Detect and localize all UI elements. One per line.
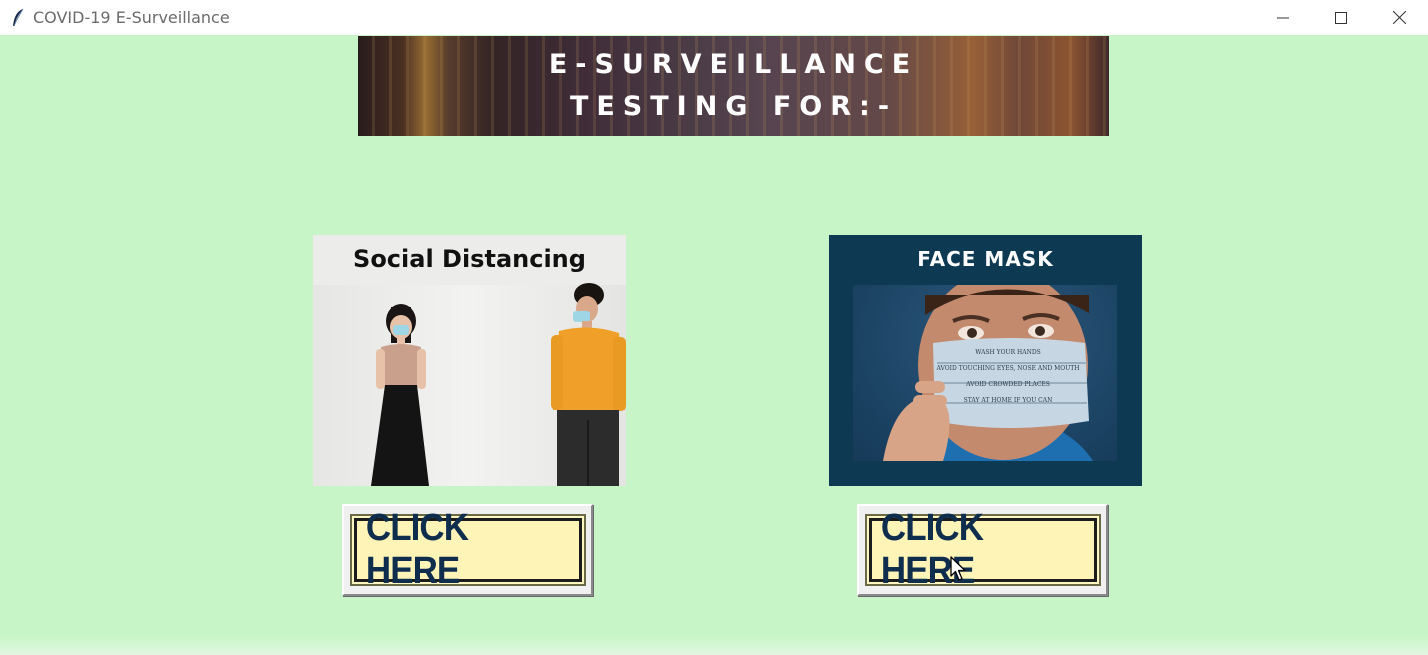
banner-line-2: TESTING FOR:- [569, 91, 898, 122]
minimize-icon [1277, 17, 1289, 18]
mask-text-line: STAY AT HOME IF YOU CAN [963, 397, 1053, 404]
mask-text-line: WASH YOUR HANDS [975, 349, 1041, 356]
click-here-label: CLICK HERE [365, 507, 468, 592]
social-distancing-image: Social Distancing [313, 235, 626, 486]
minimize-button[interactable] [1254, 0, 1312, 35]
title-bar: COVID-19 E-Surveillance [0, 0, 1428, 35]
bottom-edge [0, 636, 1428, 655]
social-distancing-click-button[interactable]: CLICK HERE [342, 504, 593, 596]
maximize-icon [1335, 11, 1347, 24]
close-button[interactable] [1370, 0, 1428, 35]
face-mask-click-button[interactable]: CLICK HERE [857, 504, 1108, 596]
close-icon [1392, 11, 1406, 24]
feather-icon [11, 8, 25, 28]
face-mask-title: FACE MASK [917, 247, 1054, 271]
mask-text-line: AVOID TOUCHING EYES, NOSE AND MOUTH [936, 365, 1080, 372]
mouse-cursor-icon [950, 556, 966, 581]
mask-text-line: AVOID CROWDED PLACES [966, 381, 1050, 388]
header-banner: E-SURVEILLANCE TESTING FOR:- [358, 36, 1109, 136]
maximize-button[interactable] [1312, 0, 1370, 35]
social-distancing-illustration [313, 283, 626, 486]
window-controls [1254, 0, 1428, 35]
click-here-label: CLICK HERE [880, 507, 983, 592]
face-mask-image: FACE MASK WASH YOUR HANDS AVOID TOUCHING… [829, 235, 1142, 486]
face-mask-photo: WASH YOUR HANDS AVOID TOUCHING EYES, NOS… [853, 285, 1117, 461]
window-title: COVID-19 E-Surveillance [33, 8, 230, 27]
banner-line-1: E-SURVEILLANCE [548, 49, 919, 80]
